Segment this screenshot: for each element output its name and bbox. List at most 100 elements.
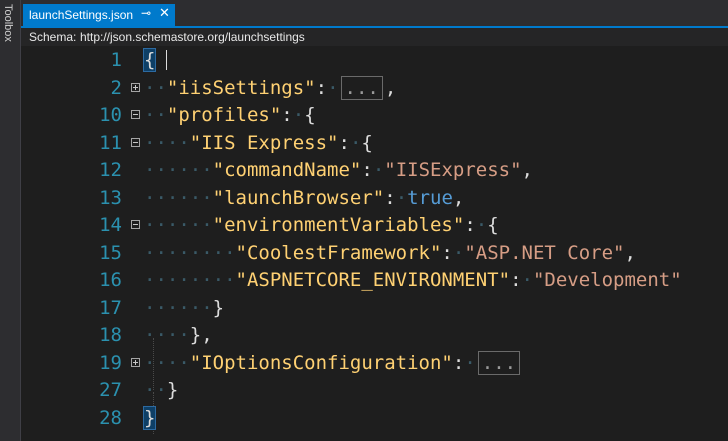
line-number: 1: [110, 49, 122, 71]
line-number: 18: [99, 324, 122, 346]
whitespace-marker: ·: [395, 186, 408, 209]
tab-title: launchSettings.json: [29, 8, 134, 22]
code-text: ······"launchBrowser":·true,: [144, 185, 464, 212]
code-text: ····"IOptionsConfiguration":·...: [144, 350, 522, 377]
json-punctuation: :: [338, 131, 350, 154]
whitespace-marker: ··: [144, 76, 167, 99]
code-line[interactable]: 11 ····"IIS Express":·{: [21, 130, 728, 157]
document-tabstrip: launchSettings.json ⊸ ✕: [21, 0, 728, 28]
whitespace-marker: ······: [144, 186, 213, 209]
schema-url[interactable]: http://json.schemastore.org/launchsettin…: [80, 30, 305, 44]
pin-icon[interactable]: ⊸: [141, 6, 151, 20]
whitespace-marker: ··: [144, 104, 167, 126]
whitespace-marker: ·: [464, 351, 476, 374]
json-key: "CoolestFramework": [235, 241, 442, 264]
code-line[interactable]: 14 ······"environmentVariables":·{: [21, 212, 728, 239]
json-punctuation: :: [452, 351, 465, 374]
whitespace-marker: ·: [521, 269, 533, 291]
json-punctuation: {: [361, 131, 373, 154]
json-key: "environmentVariables": [212, 214, 465, 236]
code-line[interactable]: 13 ······"launchBrowser":·true,: [21, 185, 728, 212]
json-string: "IISExpress": [384, 159, 522, 181]
code-text: ··"profiles":·{: [144, 102, 316, 129]
whitespace-marker: ······: [144, 296, 213, 319]
whitespace-marker: ········: [144, 241, 236, 264]
json-punctuation: :: [315, 76, 328, 99]
code-line[interactable]: 2 ··"iisSettings":·...,: [21, 75, 728, 102]
code-line[interactable]: 27 ··}: [21, 377, 728, 404]
whitespace-marker: ·: [349, 131, 362, 154]
toolbox-panel[interactable]: Toolbox: [0, 0, 21, 441]
expand-icon[interactable]: [131, 82, 140, 92]
close-icon[interactable]: ✕: [159, 5, 170, 21]
collapse-icon[interactable]: [131, 220, 140, 229]
line-number: 10: [99, 104, 122, 126]
json-punctuation: {: [487, 214, 499, 236]
code-text: ··}: [144, 377, 178, 404]
code-line[interactable]: 17 ······}: [21, 295, 728, 322]
whitespace-marker: ········: [144, 269, 236, 291]
line-number: 11: [99, 131, 122, 154]
json-keyword: true: [407, 186, 453, 209]
expand-icon[interactable]: [131, 357, 140, 367]
json-punctuation: {: [304, 104, 316, 126]
line-number: 2: [110, 76, 122, 99]
code-line[interactable]: 12 ······"commandName":·"IISExpress",: [21, 157, 728, 184]
line-number: 15: [99, 241, 122, 264]
code-text: ······"environmentVariables":·{: [144, 212, 499, 239]
json-punctuation: :: [441, 241, 453, 264]
json-punctuation: },: [189, 324, 213, 346]
collapse-icon[interactable]: [131, 110, 140, 119]
code-text: ········"ASPNETCORE_ENVIRONMENT":·"Devel…: [144, 267, 682, 294]
code-line[interactable]: 28}: [21, 405, 728, 432]
whitespace-marker: ····: [144, 351, 190, 374]
code-text: }: [142, 405, 157, 432]
line-number: 14: [99, 214, 122, 236]
line-number: 13: [99, 186, 122, 209]
line-number: 16: [99, 269, 122, 291]
line-number: 12: [99, 159, 122, 181]
whitespace-marker: ······: [144, 159, 213, 181]
code-line[interactable]: 10 ··"profiles":·{: [21, 102, 728, 129]
code-line[interactable]: 19 ····"IOptionsConfiguration":·...: [21, 350, 728, 377]
json-punctuation: }: [166, 379, 179, 401]
json-punctuation: :: [464, 214, 476, 236]
collapsed-region[interactable]: ...: [477, 350, 521, 375]
whitespace-marker: ·: [452, 241, 465, 264]
json-string: "ASP.NET Core": [464, 241, 625, 264]
json-punctuation: :: [384, 186, 396, 209]
json-key: "profiles": [166, 104, 282, 126]
code-line[interactable]: 18 ····},: [21, 322, 728, 349]
schema-bar: Schema: http://json.schemastore.org/laun…: [21, 28, 728, 46]
json-punctuation: ,: [521, 159, 533, 181]
line-number: 17: [99, 296, 122, 319]
line-number: 28: [99, 406, 122, 429]
json-punctuation: :: [510, 269, 522, 291]
matched-brace: {: [142, 48, 157, 72]
json-punctuation: ,: [452, 186, 465, 209]
toolbox-label[interactable]: Toolbox: [2, 4, 14, 42]
json-key: "commandName": [212, 159, 362, 181]
code-line[interactable]: 1{: [21, 47, 728, 74]
code-line[interactable]: 16 ········"ASPNETCORE_ENVIRONMENT":·"Dev…: [21, 267, 728, 294]
collapse-icon[interactable]: [131, 137, 140, 147]
json-punctuation: }: [212, 296, 225, 319]
code-text: ··"iisSettings":·...,: [144, 75, 396, 102]
whitespace-marker: ····: [144, 324, 190, 346]
json-key: "launchBrowser": [212, 186, 385, 209]
whitespace-marker: ····: [144, 131, 190, 154]
json-string: "Development": [532, 269, 682, 291]
whitespace-marker: ·: [327, 76, 339, 99]
json-key: "iisSettings": [166, 76, 316, 99]
line-number: 27: [99, 379, 122, 401]
collapsed-region[interactable]: ...: [340, 75, 383, 100]
line-number: 19: [99, 351, 122, 374]
json-punctuation: :: [281, 104, 293, 126]
code-editor[interactable]: 1{2 ··"iisSettings":·..., 10 ··"profiles":·…: [21, 46, 728, 441]
json-key: "IIS Express": [189, 131, 339, 154]
whitespace-marker: ·: [292, 104, 305, 126]
tab-launchsettings[interactable]: launchSettings.json ⊸ ✕: [23, 4, 175, 26]
whitespace-marker: ·: [372, 159, 385, 181]
code-line[interactable]: 15 ········"CoolestFramework":·"ASP.NET C…: [21, 240, 728, 267]
json-key: "IOptionsConfiguration": [189, 351, 453, 374]
